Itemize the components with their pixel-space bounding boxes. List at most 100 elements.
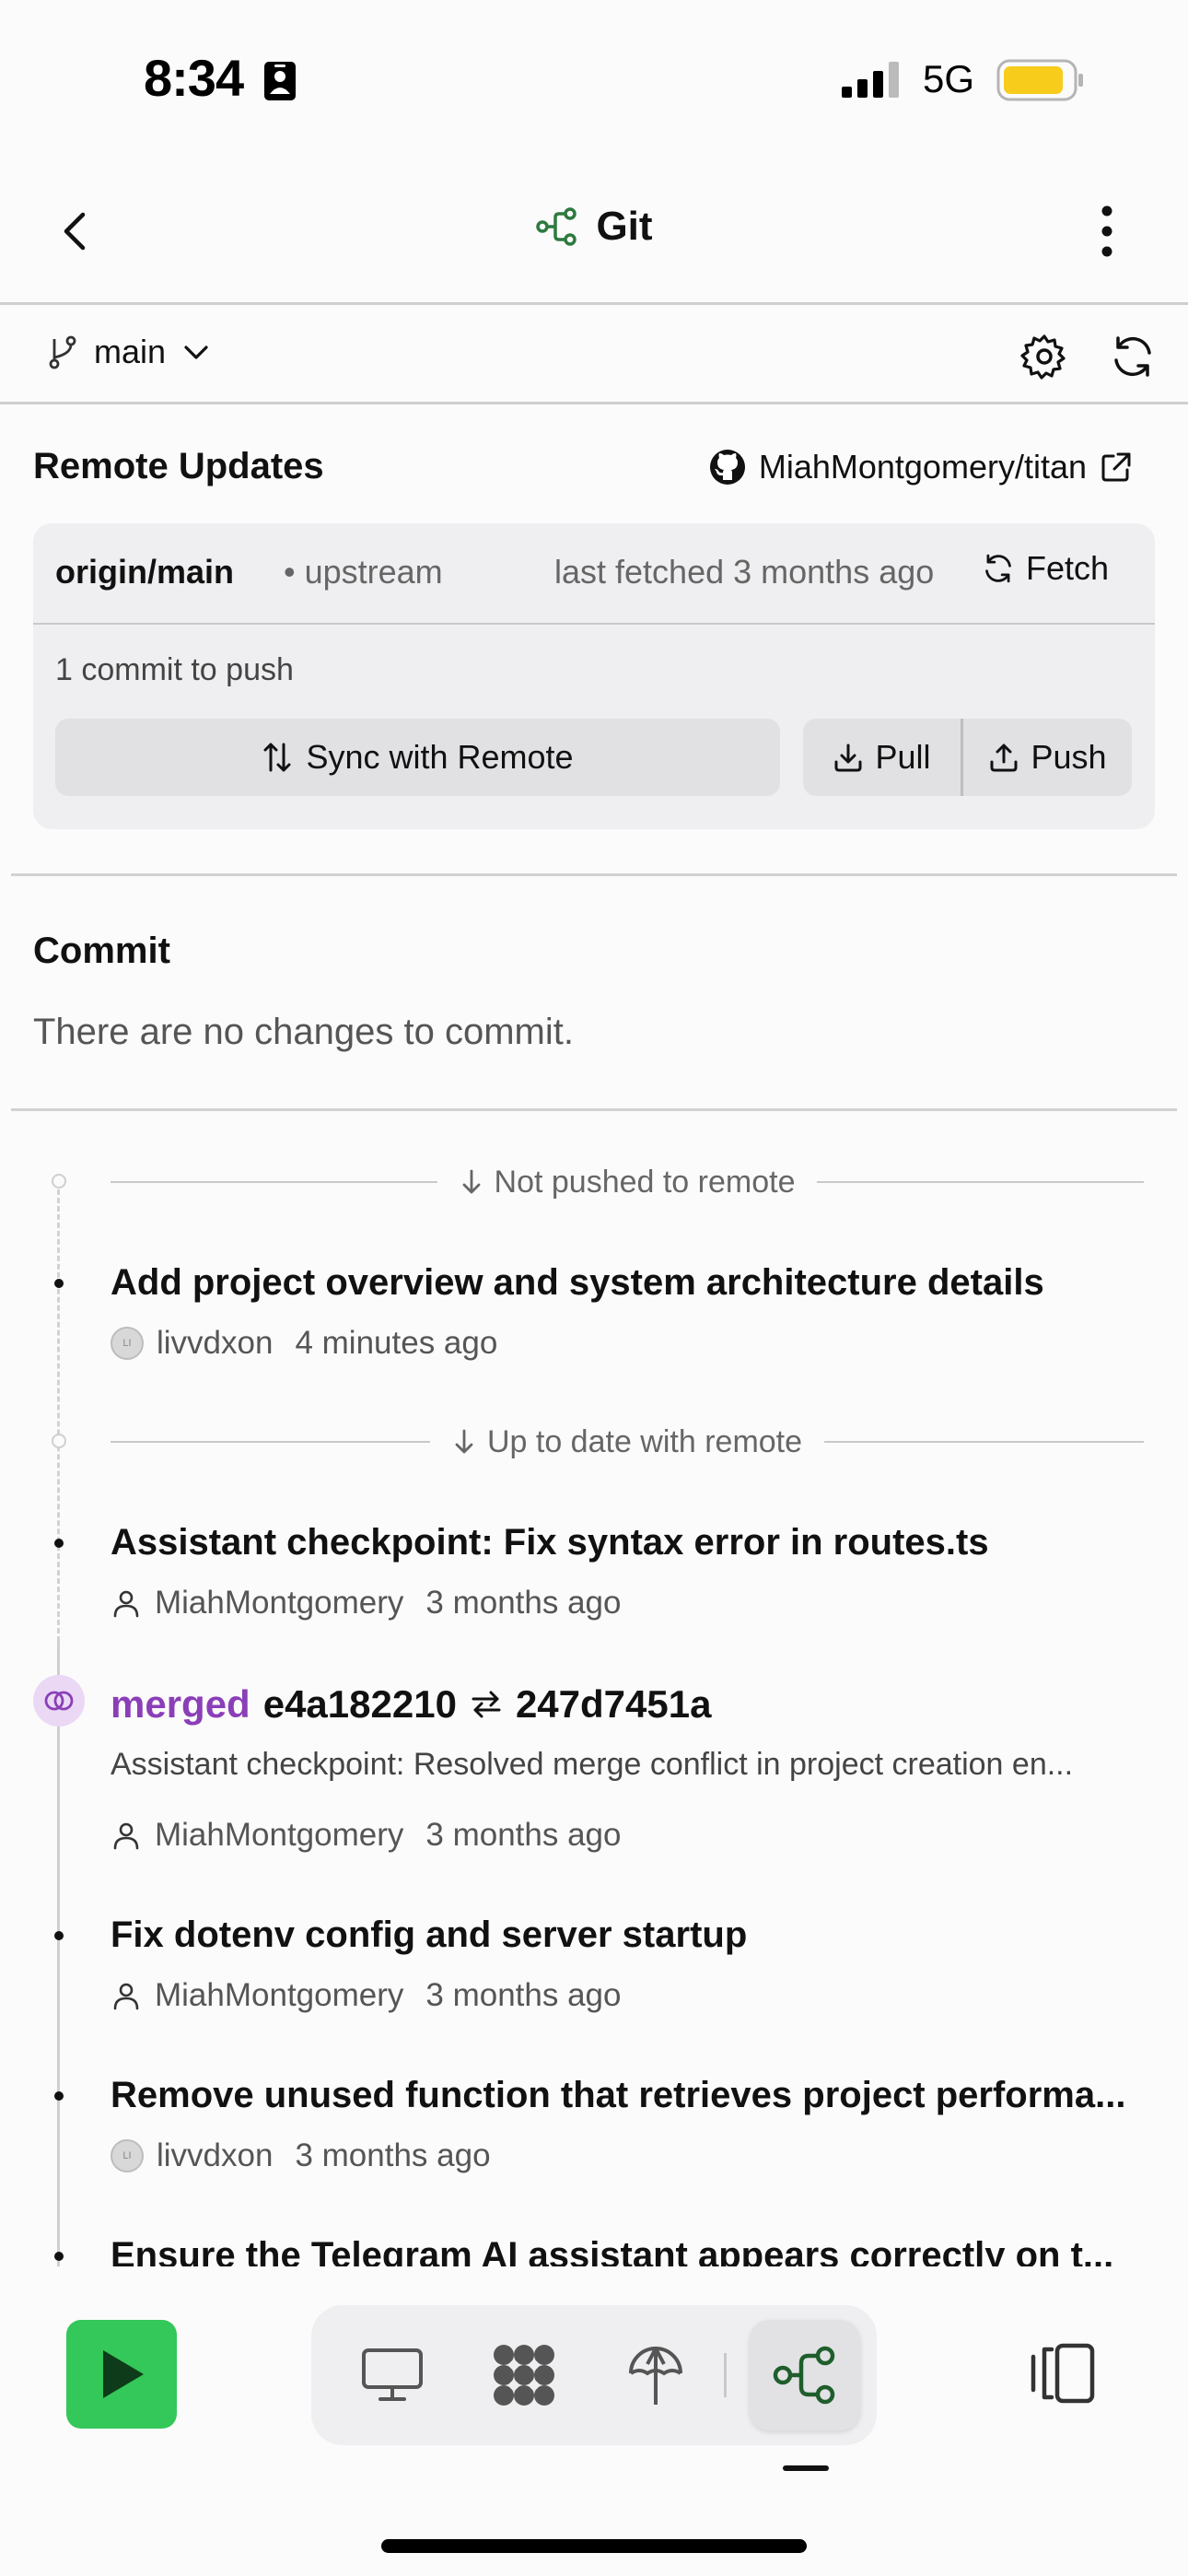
commit-title-text[interactable]: Add project overview and system architec… <box>111 1262 1142 1304</box>
up-to-date-separator: Up to date with remote <box>111 1419 1144 1465</box>
panels-icon <box>1031 2343 1095 2404</box>
merge-entry-title[interactable]: merged e4a182210 247d7451a <box>111 1682 711 1727</box>
last-fetched: last fetched 3 months ago <box>554 553 935 591</box>
timeline-dot <box>54 2252 64 2261</box>
timeline-dot <box>54 1931 64 1940</box>
active-tab-indicator <box>783 2465 829 2471</box>
timeline-marker <box>52 1174 66 1188</box>
branch-name: main <box>94 333 167 370</box>
external-link-icon <box>1100 451 1133 484</box>
user-icon <box>111 1820 142 1851</box>
gear-icon <box>1020 334 1066 380</box>
commit-author: MiahMontgomery <box>155 1977 404 2013</box>
commit-time: 4 minutes ago <box>295 1325 498 1361</box>
cellular-signal-icon <box>840 61 904 98</box>
network-type: 5G <box>923 57 975 100</box>
remote-updates-title: Remote Updates <box>33 446 324 486</box>
arrow-down-icon <box>460 1168 483 1196</box>
commit-title: Commit <box>33 931 170 971</box>
id-badge-icon <box>263 61 297 101</box>
github-icon <box>709 449 746 486</box>
more-options-button[interactable] <box>1089 202 1125 261</box>
chevron-down-icon <box>181 336 212 368</box>
avatar: LI <box>111 1327 144 1360</box>
branch-bar: main <box>0 305 1188 404</box>
run-button[interactable] <box>66 2320 177 2429</box>
commit-meta: LI livvdxon 3 months ago <box>111 2137 491 2174</box>
upstream-row: origin/main • upstream last fetched 3 mo… <box>33 523 1155 625</box>
sync-with-remote-button[interactable]: Sync with Remote <box>55 719 780 796</box>
merge-description: Assistant checkpoint: Resolved merge con… <box>111 1747 1074 1782</box>
header-bar: Git <box>0 161 1188 305</box>
push-label: Push <box>1031 738 1107 776</box>
settings-button[interactable] <box>1020 333 1068 381</box>
user-icon <box>111 1587 142 1619</box>
packages-icon <box>494 2345 554 2406</box>
refresh-icon <box>982 552 1015 585</box>
play-icon <box>103 2350 144 2398</box>
remote-card: origin/main • upstream last fetched 3 mo… <box>33 523 1155 829</box>
deploy-icon <box>629 2347 682 2405</box>
tab-group <box>311 2305 877 2445</box>
commit-time: 3 months ago <box>425 1585 622 1621</box>
sync-label: Sync with Remote <box>306 738 574 776</box>
branch-selector[interactable]: main <box>46 333 212 371</box>
commit-meta: MiahMontgomery 3 months ago <box>111 1585 621 1622</box>
repo-name: MiahMontgomery/titan <box>758 448 1087 486</box>
commit-meta: MiahMontgomery 3 months ago <box>111 1817 621 1854</box>
repo-link[interactable]: MiahMontgomery/titan <box>709 448 1133 486</box>
commit-author: MiahMontgomery <box>155 1817 404 1853</box>
avatar: LI <box>111 2139 144 2172</box>
commit-title-text[interactable]: Remove unused function that retrieves pr… <box>111 2075 1142 2116</box>
pull-label: Pull <box>875 738 931 776</box>
timeline-marker <box>52 1434 66 1448</box>
commit-title-text[interactable]: Fix dotenv config and server startup <box>111 1914 1142 1956</box>
panels-button[interactable] <box>1028 2340 1098 2406</box>
commit-time: 3 months ago <box>425 1817 622 1853</box>
merge-rings-icon <box>44 1691 74 1711</box>
push-button[interactable]: Push <box>963 719 1132 796</box>
tab-packages[interactable] <box>469 2320 579 2430</box>
refresh-icon <box>1114 336 1151 377</box>
fetch-button[interactable]: Fetch <box>982 549 1109 588</box>
commit-empty-message: There are no changes to commit. <box>33 1012 574 1052</box>
commit-meta: LI livvdxon 4 minutes ago <box>111 1325 497 1362</box>
commit-time: 3 months ago <box>425 1977 622 2013</box>
upstream-tag: • upstream <box>284 553 443 591</box>
merge-from-hash: e4a182210 <box>262 1682 457 1726</box>
not-pushed-separator: Not pushed to remote <box>111 1159 1144 1205</box>
pull-button[interactable]: Pull <box>803 719 963 796</box>
pull-push-group: Pull Push <box>803 719 1132 796</box>
more-vertical-icon <box>1101 205 1112 257</box>
section-divider <box>11 873 1177 876</box>
commit-title-text[interactable]: Assistant checkpoint: Fix syntax error i… <box>111 1522 1142 1563</box>
tab-desktop[interactable] <box>337 2320 448 2430</box>
merge-to-hash: 247d7451a <box>515 1682 712 1726</box>
status-time: 8:34 <box>144 49 244 107</box>
tab-deploy[interactable] <box>600 2320 711 2430</box>
page-title: Git <box>596 204 653 249</box>
refresh-button[interactable] <box>1109 333 1157 381</box>
merge-node <box>33 1675 85 1727</box>
timeline-dot <box>54 1539 64 1548</box>
git-icon <box>773 2346 835 2405</box>
timeline-line <box>57 1642 60 2266</box>
fetch-label: Fetch <box>1026 549 1110 587</box>
commit-meta: MiahMontgomery 3 months ago <box>111 1977 621 2014</box>
sort-arrows-icon <box>262 741 293 774</box>
battery-icon <box>996 59 1085 101</box>
timeline-line-pending <box>57 1181 60 1642</box>
tab-git[interactable] <box>750 2320 860 2430</box>
timeline-dot <box>54 2091 64 2101</box>
commit-author: livvdxon <box>157 2137 274 2173</box>
user-icon <box>111 1980 142 2011</box>
swap-arrows-icon <box>470 1689 503 1720</box>
branch-icon <box>46 334 79 370</box>
commit-author: livvdxon <box>157 1325 274 1361</box>
timeline-dot <box>54 1279 64 1288</box>
commit-author: MiahMontgomery <box>155 1585 404 1621</box>
up-to-date-label: Up to date with remote <box>486 1423 803 1459</box>
upload-icon <box>988 742 1019 773</box>
git-branch-icon <box>535 205 579 249</box>
commit-title-text[interactable]: Ensure the Telegram AI assistant appears… <box>111 2235 1142 2266</box>
